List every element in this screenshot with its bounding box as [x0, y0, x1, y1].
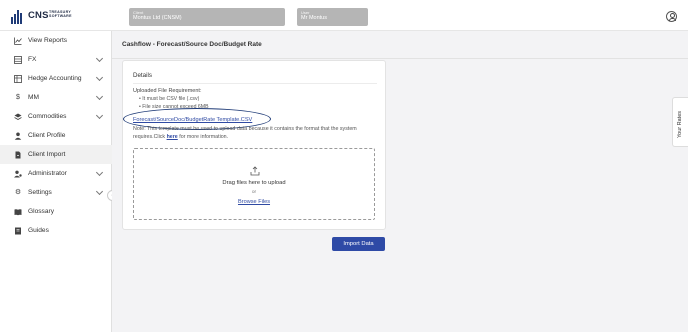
- upload-icon: [250, 166, 260, 176]
- file-dropzone[interactable]: Drag files here to upload or Browse File…: [133, 148, 375, 220]
- chevron-down-icon: [95, 187, 104, 196]
- gear-icon: ⚙: [14, 188, 22, 196]
- page-title: Cashflow - Forecast/Source Doc/Budget Ra…: [122, 41, 262, 48]
- sidebar-item-label: Settings: [28, 189, 52, 196]
- guide-icon: [14, 227, 22, 235]
- logo-subtitle: TREASURY SOFTWARE: [49, 10, 72, 19]
- main-content: Cashflow - Forecast/Source Doc/Budget Ra…: [112, 31, 688, 332]
- sidebar-item-client-import[interactable]: Client Import: [0, 145, 112, 164]
- sidebar-item-administrator[interactable]: Administrator: [0, 164, 112, 183]
- more-info-link[interactable]: here: [167, 134, 178, 140]
- browse-files-link[interactable]: Browse Files: [134, 199, 374, 205]
- sidebar-item-commodities[interactable]: Commodities: [0, 107, 112, 126]
- sidebar-item-client-profile[interactable]: Client Profile: [0, 126, 112, 145]
- template-note: Note: This template must be used to uplo…: [133, 125, 379, 141]
- sidebar-item-label: FX: [28, 56, 37, 63]
- sidebar-item-fx[interactable]: FX: [0, 50, 112, 69]
- table-icon: [14, 55, 22, 64]
- sidebar-item-view-reports[interactable]: View Reports: [0, 31, 112, 50]
- chevron-down-icon: [95, 168, 104, 177]
- sidebar-item-label: Commodities: [28, 113, 67, 120]
- file-import-icon: [14, 151, 22, 159]
- dollar-icon: $: [16, 93, 20, 101]
- chevron-down-icon: [95, 54, 104, 63]
- person-icon: [14, 132, 22, 140]
- client-label: Client: [133, 10, 144, 15]
- chevron-down-icon: [95, 73, 104, 82]
- cns-logo[interactable]: CNS TREASURY SOFTWARE: [11, 9, 91, 25]
- user-label: User: [301, 10, 310, 15]
- logo-brand: CNS: [28, 10, 49, 21]
- title-divider: [112, 58, 688, 59]
- import-data-button[interactable]: Import Data: [332, 237, 385, 251]
- sidebar-item-settings[interactable]: ⚙ Settings: [0, 183, 112, 202]
- user-value: Mr Montus: [301, 15, 327, 21]
- chart-icon: [14, 37, 22, 45]
- requirement-item: • It must be CSV file (.csv): [139, 96, 200, 102]
- user-selector[interactable]: User Mr Montus: [297, 8, 368, 26]
- card-title: Details: [133, 72, 152, 79]
- sidebar-item-mm[interactable]: $ MM: [0, 88, 112, 107]
- top-bar: CNS TREASURY SOFTWARE Client Montus Ltd …: [0, 0, 688, 31]
- client-selector[interactable]: Client Montus Ltd (CNSM): [129, 8, 285, 26]
- dropzone-text: Drag files here to upload: [222, 180, 286, 186]
- logo-bars-icon: [11, 10, 25, 24]
- sidebar: View Reports FX Hedge Accounting $ MM Co…: [0, 31, 112, 332]
- details-card: Details Uploaded File Requirement: • It …: [122, 60, 386, 230]
- your-rates-tab[interactable]: Your Rates: [672, 97, 688, 147]
- sidebar-item-hedge-accounting[interactable]: Hedge Accounting: [0, 69, 112, 88]
- your-rates-label: Your Rates: [677, 110, 683, 138]
- sidebar-item-label: Hedge Accounting: [28, 75, 82, 82]
- client-value: Montus Ltd (CNSM): [133, 15, 182, 21]
- book-icon: [14, 208, 22, 216]
- user-avatar-icon[interactable]: [666, 11, 677, 22]
- sidebar-item-guides[interactable]: Guides: [0, 221, 112, 240]
- sidebar-item-label: Client Profile: [28, 132, 66, 139]
- note-text: for more information.: [177, 134, 229, 140]
- sidebar-item-label: Administrator: [28, 170, 67, 177]
- dropzone-or: or: [251, 190, 257, 195]
- chevron-down-icon: [95, 111, 104, 120]
- card-divider: [133, 83, 377, 84]
- sidebar-item-label: Client Import: [28, 151, 66, 158]
- sidebar-item-label: View Reports: [28, 37, 68, 44]
- table-icon: [14, 74, 22, 83]
- sidebar-item-glossary[interactable]: Glossary: [0, 202, 112, 221]
- sidebar-item-label: Glossary: [28, 208, 55, 215]
- layers-icon: [14, 113, 22, 121]
- requirements-title: Uploaded File Requirement:: [133, 88, 202, 94]
- sidebar-item-label: Guides: [28, 227, 49, 234]
- admin-icon: [14, 170, 22, 178]
- sidebar-item-label: MM: [28, 94, 39, 101]
- chevron-down-icon: [95, 92, 104, 101]
